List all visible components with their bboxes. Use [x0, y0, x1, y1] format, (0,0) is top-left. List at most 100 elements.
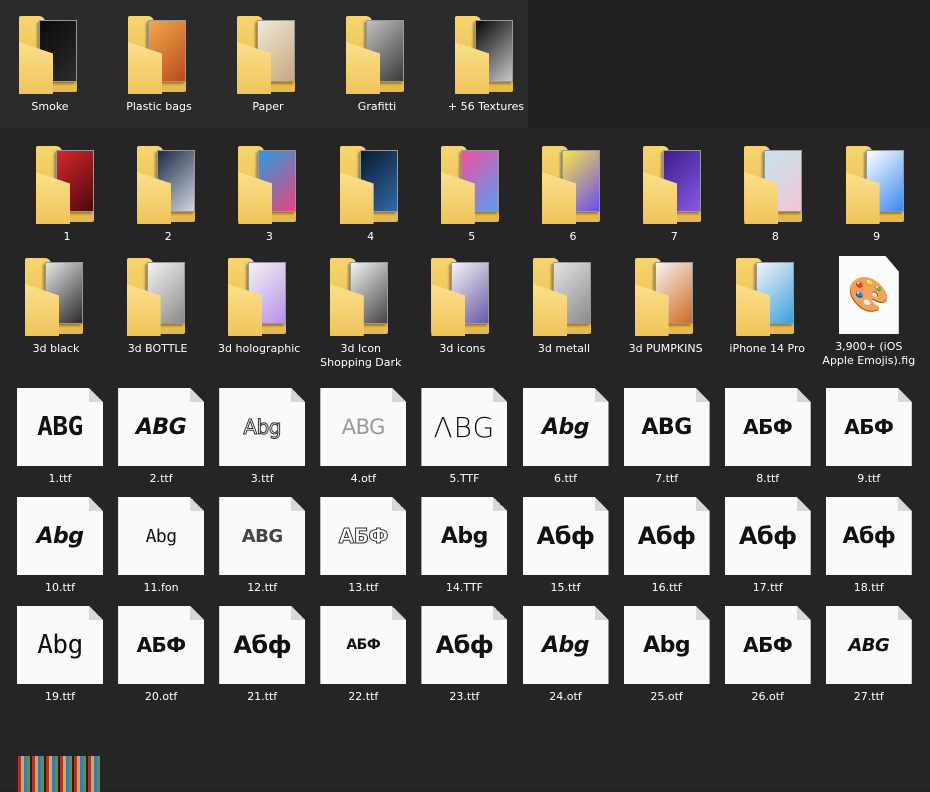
item-label: 6.ttf	[554, 472, 577, 485]
folder-smoke[interactable]: Smoke	[10, 14, 90, 114]
font-file-icon: Abg	[219, 388, 306, 466]
font-file-12-ttf[interactable]: ABG 12.ttf	[218, 497, 306, 595]
font-preview: ABG	[848, 634, 890, 656]
figma-file-3-900-ios-apple-emojis-fig[interactable]: 🎨 3,900+ (iOS Apple Emojis).fig	[821, 256, 917, 368]
font-file-13-ttf[interactable]: АБФ 13.ttf	[319, 497, 407, 595]
font-file-14-ttf[interactable]: Abg 14.TTF	[420, 497, 508, 595]
font-file-9-ttf[interactable]: АБФ 9.ttf	[825, 388, 913, 486]
folder-grafitti[interactable]: Grafitti	[337, 14, 417, 114]
font-file-18-ttf[interactable]: Абф 18.ttf	[825, 497, 913, 595]
item-label: 9.ttf	[857, 472, 881, 485]
folder-icon	[237, 14, 299, 94]
font-file-21-ttf[interactable]: Абф 21.ttf	[218, 606, 306, 704]
font-file-1-ttf[interactable]: ABG 1.ttf	[16, 388, 104, 486]
font-file-6-ttf[interactable]: Abg 6.ttf	[522, 388, 610, 486]
item-label: 3d metall	[537, 342, 591, 355]
folder-2[interactable]: 2	[127, 144, 209, 244]
item-label: 5.TTF	[449, 472, 480, 485]
item-label: 3,900+ (iOS Apple Emojis).fig	[822, 340, 916, 367]
folder-icon	[845, 144, 908, 224]
folder-6[interactable]: 6	[532, 144, 614, 244]
folder-paper[interactable]: Paper	[228, 14, 308, 114]
font-file-icon: ABG	[118, 388, 205, 466]
folder-8[interactable]: 8	[734, 144, 816, 244]
item-label: Grafitti	[357, 100, 397, 113]
font-file-icon: ABG	[219, 497, 306, 575]
font-preview: Абф	[637, 522, 696, 550]
folder-3d-holographic[interactable]: 3d holographic	[211, 256, 307, 356]
folder-1[interactable]: 1	[26, 144, 108, 244]
font-file-25-otf[interactable]: Abg 25.otf	[623, 606, 711, 704]
font-file-icon: АБФ	[724, 388, 811, 466]
font-file-24-otf[interactable]: Abg 24.otf	[522, 606, 610, 704]
item-label: 20.otf	[144, 690, 178, 703]
folder-5[interactable]: 5	[431, 144, 513, 244]
font-preview: Abg	[440, 523, 489, 549]
item-label: + 56 Textures	[447, 100, 525, 113]
item-label: 3.ttf	[250, 472, 274, 485]
font-preview: ABG	[37, 412, 83, 442]
emoji-sheet-thumbnail[interactable]	[18, 756, 100, 792]
font-file-2-ttf[interactable]: ABG 2.ttf	[117, 388, 205, 486]
font-file-icon: Абф	[219, 606, 306, 684]
folder-3d-icons[interactable]: 3d icons	[414, 256, 510, 356]
folder-icon	[339, 144, 402, 224]
font-file-16-ttf[interactable]: Абф 16.ttf	[623, 497, 711, 595]
font-file-10-ttf[interactable]: Abg 10.ttf	[16, 497, 104, 595]
folder-3[interactable]: 3	[228, 144, 310, 244]
folder-icon	[346, 14, 408, 94]
font-file-27-ttf[interactable]: ABG 27.ttf	[825, 606, 913, 704]
item-label: 3d black	[32, 342, 80, 355]
font-preview: ABG	[341, 415, 386, 439]
font-preview: АБФ	[346, 637, 381, 653]
item-label: 27.ttf	[853, 690, 884, 703]
font-file-5-ttf[interactable]: ΛBG 5.TTF	[420, 388, 508, 486]
font-preview: Abg	[243, 415, 282, 440]
font-file-icon: ΛBG	[421, 388, 508, 466]
folder-56-textures[interactable]: + 56 Textures	[446, 14, 526, 114]
font-file-19-ttf[interactable]: Abg 19.ttf	[16, 606, 104, 704]
folder-3d-black[interactable]: 3d black	[8, 256, 104, 356]
item-label: 16.ttf	[651, 581, 682, 594]
font-file-17-ttf[interactable]: Абф 17.ttf	[724, 497, 812, 595]
font-preview: Абф	[536, 522, 595, 550]
font-file-icon: ABG	[623, 388, 710, 466]
folder-iphone-14-pro[interactable]: iPhone 14 Pro	[719, 256, 815, 356]
font-file-23-ttf[interactable]: Абф 23.ttf	[420, 606, 508, 704]
item-label: 21.ttf	[247, 690, 278, 703]
folder-3d-pumpkins[interactable]: 3d PUMPKINS	[618, 256, 714, 356]
font-file-3-ttf[interactable]: Abg 3.ttf	[218, 388, 306, 486]
font-file-20-otf[interactable]: АБФ 20.otf	[117, 606, 205, 704]
font-file-22-ttf[interactable]: АБФ 22.ttf	[319, 606, 407, 704]
folder-3d-bottle[interactable]: 3d BOTTLE	[110, 256, 206, 356]
font-file-icon: Абф	[825, 497, 912, 575]
folder-9[interactable]: 9	[836, 144, 918, 244]
folder-icon	[36, 144, 98, 224]
font-file-11-fon[interactable]: Abg 11.fon	[117, 497, 205, 595]
folder-icon	[542, 144, 604, 224]
font-file-icon: АБФ	[724, 606, 811, 684]
font-file-8-ttf[interactable]: АБФ 8.ttf	[724, 388, 812, 486]
item-label: 3	[265, 230, 273, 243]
font-file-icon: Abg	[17, 606, 103, 684]
item-label: 19.ttf	[45, 690, 75, 703]
folder-4[interactable]: 4	[330, 144, 412, 244]
font-file-icon: Abg	[522, 606, 609, 684]
item-label: Smoke	[31, 100, 69, 113]
folder-3d-icon-shopping-dark[interactable]: 3d Icon Shopping Dark	[313, 256, 409, 370]
font-file-icon: Abg	[623, 606, 710, 684]
folder-plastic-bags[interactable]: Plastic bags	[119, 14, 199, 114]
font-file-26-otf[interactable]: АБФ 26.otf	[724, 606, 812, 704]
font-file-4-otf[interactable]: ABG 4.otf	[319, 388, 407, 486]
folder-7[interactable]: 7	[633, 144, 715, 244]
font-preview: Абф	[435, 631, 494, 659]
font-file-7-ttf[interactable]: ABG 7.ttf	[623, 388, 711, 486]
font-preview: Abg	[541, 632, 590, 658]
item-label: 10.ttf	[45, 581, 75, 594]
item-label: 25.otf	[650, 690, 683, 703]
folder-3d-metall[interactable]: 3d metall	[516, 256, 612, 356]
font-preview: ABG	[241, 525, 283, 547]
item-label: 3d Icon Shopping Dark	[320, 342, 402, 369]
font-file-icon: АБФ	[320, 497, 407, 575]
font-file-15-ttf[interactable]: Абф 15.ttf	[522, 497, 610, 595]
